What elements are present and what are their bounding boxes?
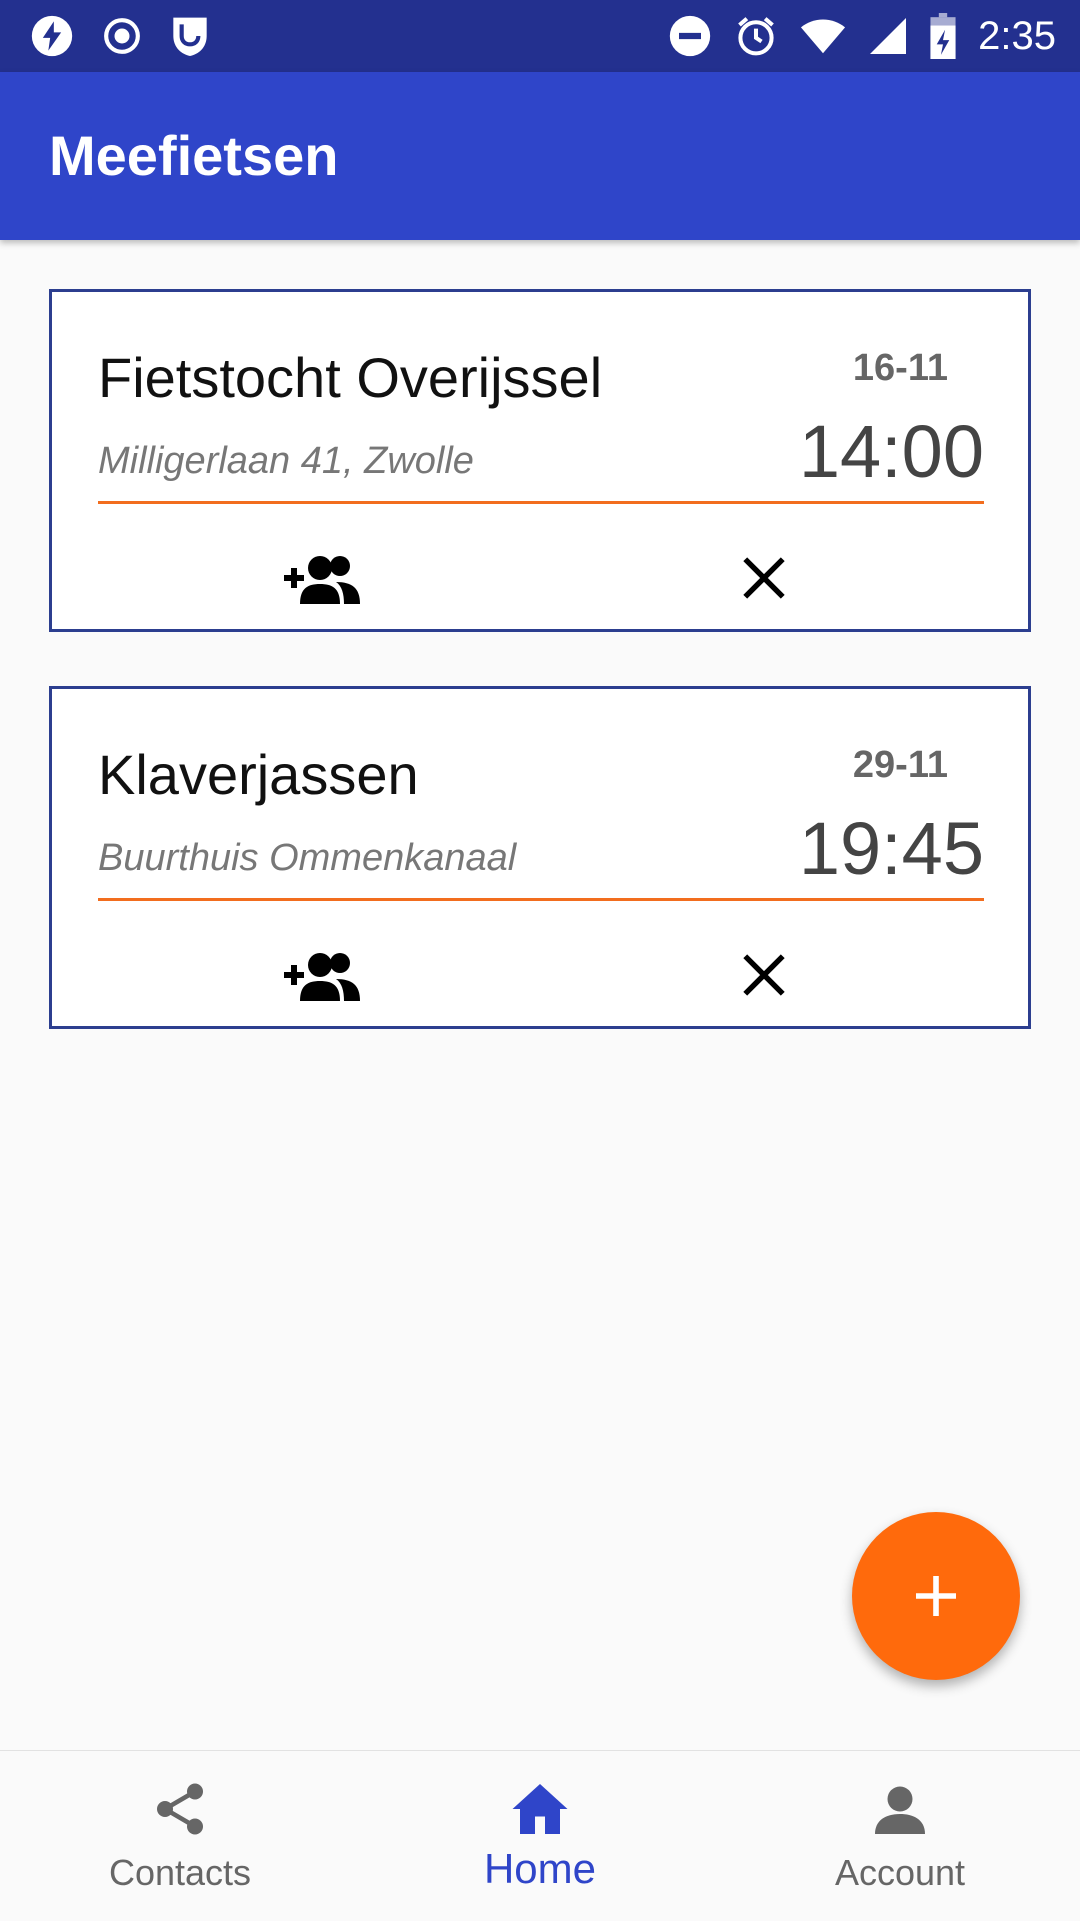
nav-item-contacts[interactable]: Contacts [0, 1751, 360, 1921]
do-not-disturb-icon [669, 15, 711, 57]
card-divider [98, 501, 984, 504]
event-location: Buurthuis Ommenkanaal [98, 837, 517, 879]
add-event-button[interactable] [852, 1512, 1020, 1680]
nav-item-home[interactable]: Home [360, 1751, 720, 1921]
remove-event-button[interactable] [728, 542, 800, 614]
bottom-navigation: Contacts Home Account [0, 1750, 1080, 1921]
status-right-icons: 2:35 [668, 12, 1056, 60]
event-date: 16-11 [852, 347, 948, 389]
event-date: 29-11 [852, 744, 948, 786]
event-time: 19:45 [798, 807, 984, 890]
share-icon [157, 1783, 203, 1835]
event-card[interactable]: Fietstocht Overijssel Milligerlaan 41, Z… [49, 289, 1031, 632]
add-icon [916, 1576, 956, 1616]
status-left-icons [30, 14, 210, 58]
group-add-icon [284, 556, 360, 604]
record-icon [104, 18, 140, 54]
event-title: Fietstocht Overijssel [98, 346, 603, 409]
event-time: 14:00 [798, 410, 984, 493]
event-title: Klaverjassen [98, 743, 419, 806]
close-icon [743, 954, 785, 996]
shield-icon [173, 17, 207, 57]
event-card[interactable]: Klaverjassen Buurthuis Ommenkanaal 29-11… [49, 686, 1031, 1029]
event-location: Milligerlaan 41, Zwolle [98, 440, 474, 482]
close-icon [743, 557, 785, 599]
home-icon [512, 1784, 568, 1834]
battery-charging-icon [930, 13, 956, 59]
status-bar: 2:35 [0, 0, 1080, 72]
alarm-icon [738, 17, 774, 56]
signal-icon [870, 18, 907, 54]
wifi-icon [801, 19, 846, 54]
status-time: 2:35 [978, 14, 1056, 58]
remove-event-button[interactable] [728, 939, 800, 1011]
nav-label-account: Account [834, 1852, 966, 1893]
join-event-button[interactable] [272, 542, 372, 614]
person-icon [875, 1786, 925, 1834]
app-bar: Meefietsen [0, 72, 1080, 240]
group-add-icon [284, 953, 360, 1001]
nav-label-home: Home [483, 1845, 597, 1892]
app-title: Meefietsen [49, 124, 339, 187]
join-event-button[interactable] [272, 939, 372, 1011]
nav-label-contacts: Contacts [108, 1852, 252, 1893]
nav-item-account[interactable]: Account [720, 1751, 1080, 1921]
card-divider [98, 898, 984, 901]
flash-icon [31, 15, 73, 57]
